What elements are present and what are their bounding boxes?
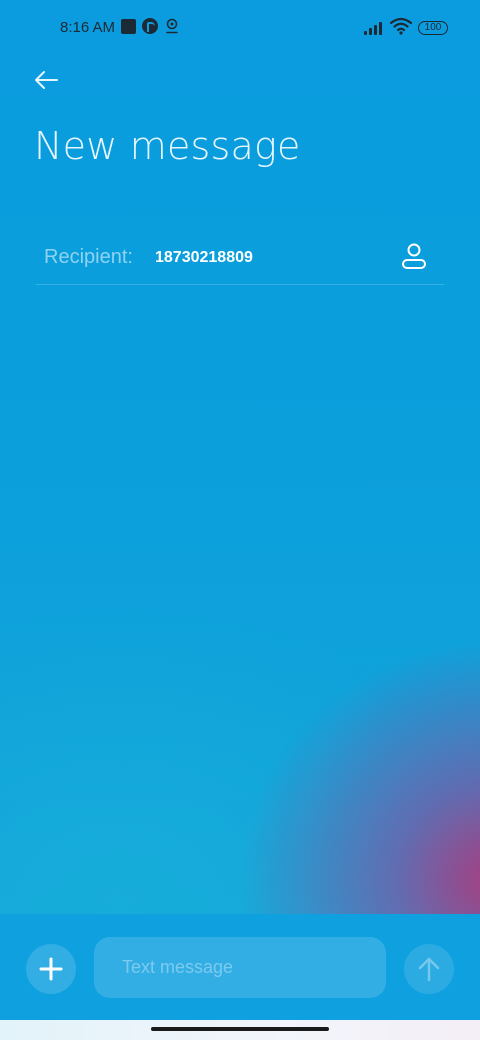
wifi-icon: [390, 17, 412, 35]
arrow-up-icon: [418, 957, 440, 982]
send-button[interactable]: [404, 944, 454, 994]
arrow-left-icon[interactable]: [30, 64, 64, 98]
app-circle-icon: [142, 18, 158, 34]
signal-icon: [364, 21, 386, 35]
text-message-input[interactable]: [94, 937, 386, 998]
person-icon[interactable]: [398, 241, 430, 273]
composer-bar: [0, 914, 480, 1020]
location-pin-icon: [166, 18, 178, 34]
recipient-value[interactable]: 18730218809: [155, 249, 253, 267]
app-screen: 8:16 AM 100 New message Recipient: 18730…: [0, 0, 480, 1020]
recipient-row[interactable]: Recipient: 18730218809: [36, 232, 444, 285]
navigation-bar: [0, 1020, 480, 1040]
status-bar: 8:16 AM 100: [0, 0, 480, 56]
plus-icon: [39, 957, 63, 981]
status-time: 8:16 AM: [60, 19, 116, 36]
app-square-icon: [121, 19, 136, 34]
add-attachment-button[interactable]: [26, 944, 76, 994]
home-indicator[interactable]: [151, 1027, 329, 1031]
page-title: New message: [34, 124, 301, 168]
recipient-label: Recipient:: [44, 246, 133, 268]
battery-icon: 100: [418, 21, 448, 35]
